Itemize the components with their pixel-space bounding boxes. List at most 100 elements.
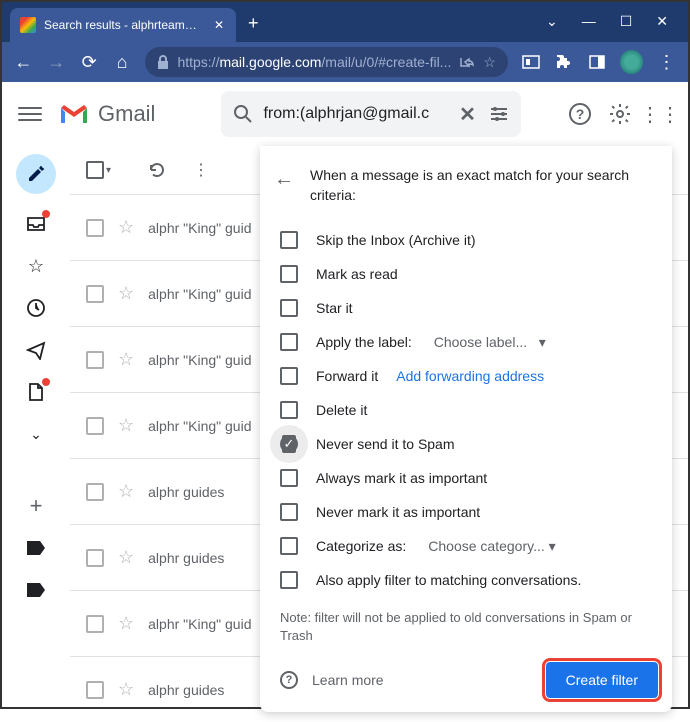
back-arrow-icon[interactable]: ← <box>274 168 294 205</box>
close-tab-icon[interactable]: ✕ <box>212 18 226 32</box>
row-checkbox[interactable] <box>86 615 104 633</box>
left-sidebar: ☆ ⌄ + <box>2 146 70 707</box>
select-all[interactable]: ▾ <box>86 161 111 179</box>
star-icon[interactable]: ☆ <box>118 547 134 568</box>
sent-icon[interactable] <box>24 338 48 362</box>
back-icon[interactable]: ← <box>14 52 33 72</box>
star-icon[interactable]: ☆ <box>118 349 134 370</box>
star-icon[interactable]: ☆ <box>118 283 134 304</box>
reload-icon[interactable]: ⟳ <box>80 52 99 72</box>
browser-tab[interactable]: Search results - alphrteam@gma... ✕ <box>10 8 236 42</box>
option-categorize[interactable]: Categorize as: Choose category... ▾ <box>274 529 658 563</box>
option-never-important[interactable]: Never mark it as important <box>274 495 658 529</box>
option-apply-label[interactable]: Apply the label: Choose label... ▾ <box>274 325 658 359</box>
option-delete[interactable]: Delete it <box>274 393 658 427</box>
address-bar[interactable]: https://mail.google.com/mail/u/0/#create… <box>145 47 507 77</box>
panel-title: When a message is an exact match for you… <box>310 166 658 205</box>
option-always-important[interactable]: Always mark it as important <box>274 461 658 495</box>
star-icon[interactable]: ☆ <box>118 217 134 238</box>
row-checkbox[interactable] <box>86 219 104 237</box>
close-window-icon[interactable]: ✕ <box>656 13 668 30</box>
star-icon[interactable]: ☆ <box>118 679 134 700</box>
row-checkbox[interactable] <box>86 417 104 435</box>
checkbox-icon[interactable] <box>280 571 298 589</box>
browser-tab-strip: Search results - alphrteam@gma... ✕ + ⌄ … <box>2 2 688 42</box>
learn-more-label: Learn more <box>312 672 384 688</box>
search-icon[interactable] <box>231 102 255 126</box>
reader-icon[interactable] <box>522 52 541 72</box>
label-select[interactable]: Choose label... ▾ <box>434 334 546 351</box>
apps-grid-icon[interactable]: ⋮⋮ <box>648 102 672 126</box>
search-options-icon[interactable] <box>487 102 511 126</box>
option-label: Also apply filter to matching conversati… <box>316 572 581 588</box>
new-label-icon[interactable]: + <box>24 494 48 518</box>
checkbox-icon[interactable] <box>280 367 298 385</box>
option-label: Skip the Inbox (Archive it) <box>316 232 476 248</box>
checkbox-icon[interactable] <box>280 537 298 555</box>
sender-name: alphr "King" guid <box>148 616 251 632</box>
refresh-icon[interactable] <box>145 158 169 182</box>
support-icon[interactable]: ? <box>568 102 592 126</box>
compose-button[interactable] <box>16 154 56 194</box>
gmail-logo[interactable]: Gmail <box>58 101 155 127</box>
star-icon[interactable]: ☆ <box>118 415 134 436</box>
row-checkbox[interactable] <box>86 681 104 699</box>
sender-name: alphr guides <box>148 550 224 566</box>
starred-icon[interactable]: ☆ <box>24 254 48 278</box>
checkbox-icon[interactable] <box>280 401 298 419</box>
clear-search-icon[interactable]: ✕ <box>455 102 479 126</box>
search-bar[interactable]: from:(alphrjan@gmail.c ✕ <box>221 91 521 137</box>
label-icon[interactable] <box>24 536 48 560</box>
add-forwarding-link[interactable]: Add forwarding address <box>396 368 544 384</box>
maximize-icon[interactable]: ☐ <box>620 13 633 30</box>
row-checkbox[interactable] <box>86 351 104 369</box>
snoozed-icon[interactable] <box>24 296 48 320</box>
extensions-icon[interactable] <box>555 52 574 72</box>
chrome-menu-icon[interactable]: ⋮ <box>657 52 676 72</box>
profile-avatar[interactable] <box>620 50 643 74</box>
option-star[interactable]: Star it <box>274 291 658 325</box>
checkbox-icon[interactable] <box>280 503 298 521</box>
option-skip-inbox[interactable]: Skip the Inbox (Archive it) <box>274 223 658 257</box>
sender-name: alphr "King" guid <box>148 352 251 368</box>
more-icon[interactable]: ⌄ <box>24 422 48 446</box>
row-checkbox[interactable] <box>86 549 104 567</box>
sidepanel-icon[interactable] <box>588 52 607 72</box>
share-icon[interactable] <box>459 54 475 70</box>
option-label: Categorize as: <box>316 538 406 554</box>
inbox-icon[interactable] <box>24 212 48 236</box>
option-never-spam[interactable]: ✓ Never send it to Spam <box>274 427 658 461</box>
new-tab-button[interactable]: + <box>248 13 259 34</box>
chevron-down-icon[interactable]: ⌄ <box>546 13 558 30</box>
row-checkbox[interactable] <box>86 285 104 303</box>
settings-gear-icon[interactable] <box>608 102 632 126</box>
checkbox-icon[interactable] <box>280 231 298 249</box>
drafts-icon[interactable] <box>24 380 48 404</box>
option-forward[interactable]: Forward it Add forwarding address <box>274 359 658 393</box>
checkbox-icon[interactable] <box>280 265 298 283</box>
category-select[interactable]: Choose category... ▾ <box>428 538 555 555</box>
row-checkbox[interactable] <box>86 483 104 501</box>
more-actions-icon[interactable]: ⋮ <box>189 158 213 182</box>
bookmark-star-icon[interactable]: ☆ <box>483 54 496 71</box>
forward-icon[interactable]: → <box>47 52 66 72</box>
label-icon-2[interactable] <box>24 578 48 602</box>
help-icon: ? <box>280 671 298 689</box>
checkbox-icon[interactable] <box>280 299 298 317</box>
minimize-icon[interactable]: — <box>582 13 596 30</box>
main-menu-icon[interactable] <box>18 102 42 126</box>
star-icon[interactable]: ☆ <box>118 613 134 634</box>
option-mark-read[interactable]: Mark as read <box>274 257 658 291</box>
option-label: Never send it to Spam <box>316 436 455 452</box>
option-label: Star it <box>316 300 353 316</box>
window-controls: ⌄ — ☐ ✕ <box>546 13 688 42</box>
checkbox-icon[interactable] <box>280 333 298 351</box>
checkbox-icon[interactable] <box>280 469 298 487</box>
home-icon[interactable]: ⌂ <box>113 52 132 72</box>
search-input[interactable]: from:(alphrjan@gmail.c <box>263 105 447 123</box>
star-icon[interactable]: ☆ <box>118 481 134 502</box>
option-also-apply[interactable]: Also apply filter to matching conversati… <box>274 563 658 597</box>
create-filter-button[interactable]: Create filter <box>546 662 658 698</box>
learn-more-link[interactable]: ? Learn more <box>280 671 384 689</box>
checkbox-checked-icon[interactable]: ✓ <box>280 435 298 453</box>
